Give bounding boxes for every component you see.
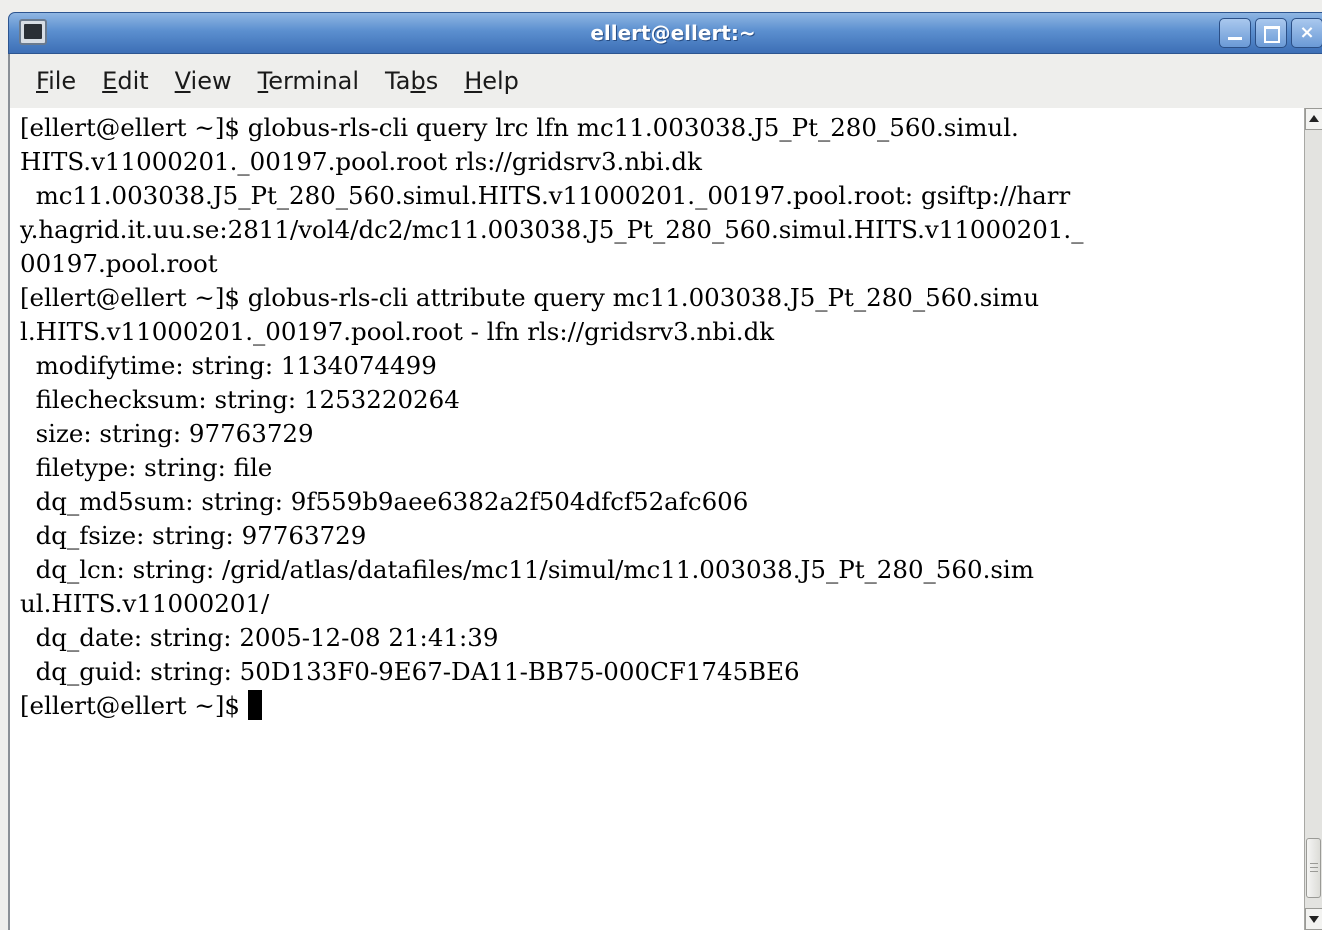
terminal-line: HITS.v11000201._00197.pool.root rls://gr… <box>20 147 702 176</box>
grip-line <box>1310 863 1318 864</box>
scroll-thumb[interactable] <box>1306 838 1321 898</box>
menu-mnemonic: V <box>174 67 191 95</box>
menu-edit[interactable]: Edit <box>90 56 160 106</box>
menu-mnemonic: b <box>410 67 426 95</box>
menu-mnemonic: T <box>257 67 269 95</box>
terminal-line: dq_md5sum: string: 9f559b9aee6382a2f504d… <box>20 487 749 516</box>
maximize-icon <box>1264 26 1280 43</box>
arrow-up-icon <box>1309 115 1319 122</box>
close-button[interactable]: × <box>1291 18 1322 48</box>
menu-terminal[interactable]: Terminal <box>246 56 371 106</box>
terminal-line: y.hagrid.it.uu.se:2811/vol4/dc2/mc11.003… <box>20 215 1084 244</box>
terminal-line: dq_date: string: 2005-12-08 21:41:39 <box>20 623 499 652</box>
menu-file[interactable]: File <box>24 56 88 106</box>
terminal-output[interactable]: [ellert@ellert ~]$ globus-rls-cli query … <box>10 108 1304 930</box>
arrow-down-icon <box>1309 916 1319 923</box>
vertical-scrollbar[interactable] <box>1304 108 1322 930</box>
grip-line <box>1310 871 1318 872</box>
terminal-window: ellert@ellert:~ × File Edit View Terminal Ta… <box>0 0 1322 930</box>
terminal-line: mc11.003038.J5_Pt_280_560.simul.HITS.v11… <box>20 181 1071 210</box>
minimize-icon <box>1228 37 1242 40</box>
maximize-button[interactable] <box>1255 18 1287 48</box>
menu-view[interactable]: View <box>163 56 244 106</box>
terminal-line: size: string: 97763729 <box>20 419 314 448</box>
terminal-line: filetype: string: file <box>20 453 273 482</box>
terminal-prompt: [ellert@ellert ~]$ <box>20 691 248 720</box>
terminal-line: [ellert@ellert ~]$ globus-rls-cli query … <box>20 113 1019 142</box>
menu-help[interactable]: Help <box>452 56 531 106</box>
terminal-text: [ellert@ellert ~]$ globus-rls-cli query … <box>20 111 1083 723</box>
text-cursor <box>247 690 262 720</box>
terminal-line: ul.HITS.v11000201/ <box>20 589 270 618</box>
close-icon: × <box>1299 22 1315 43</box>
terminal-line: modifytime: string: 1134074499 <box>20 351 437 380</box>
terminal-line: 00197.pool.root <box>20 249 218 278</box>
menu-mnemonic: E <box>102 67 118 95</box>
window-title: ellert@ellert:~ <box>590 21 756 45</box>
title-bar[interactable]: ellert@ellert:~ × <box>8 12 1322 54</box>
menu-tabs[interactable]: Tabs <box>373 56 450 106</box>
terminal-line: dq_lcn: string: /grid/atlas/datafiles/mc… <box>20 555 1034 584</box>
minimize-button[interactable] <box>1219 18 1251 48</box>
scroll-up-button[interactable] <box>1305 108 1322 130</box>
terminal-line: dq_guid: string: 50D133F0-9E67-DA11-BB75… <box>20 657 800 686</box>
terminal-prompt-line: [ellert@ellert ~]$ <box>20 689 1083 723</box>
scroll-down-button[interactable] <box>1305 908 1322 930</box>
grip-line <box>1310 867 1318 868</box>
menu-bar: File Edit View Terminal Tabs Help <box>10 56 1322 106</box>
terminal-line: filechecksum: string: 1253220264 <box>20 385 460 414</box>
terminal-line: dq_fsize: string: 97763729 <box>20 521 367 550</box>
terminal-line: [ellert@ellert ~]$ globus-rls-cli attrib… <box>20 283 1040 312</box>
menu-mnemonic: F <box>36 67 49 95</box>
terminal-line: l.HITS.v11000201._00197.pool.root - lfn … <box>20 317 775 346</box>
menu-mnemonic: H <box>464 67 483 95</box>
